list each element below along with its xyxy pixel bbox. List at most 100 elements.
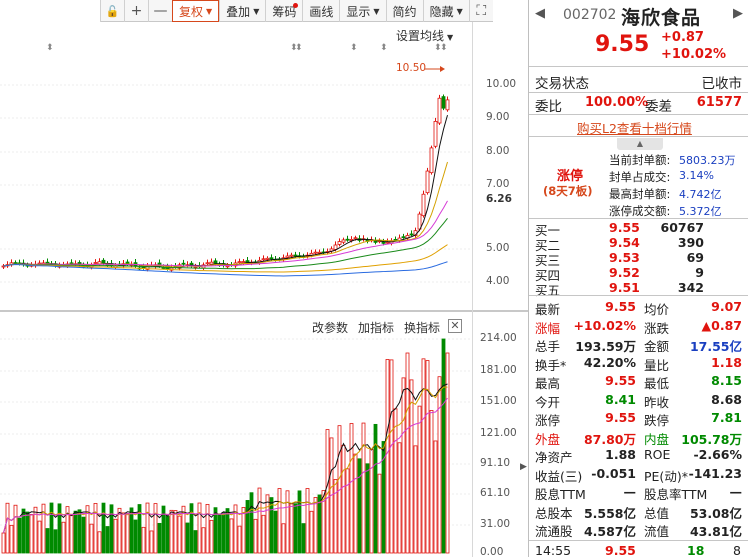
price-tick-label: 6.26 <box>486 193 512 205</box>
limit-up-value: 4.742亿 <box>679 186 722 202</box>
volume-chart[interactable] <box>0 312 528 557</box>
bid-volume: 9 <box>695 265 704 280</box>
ma-line-30 <box>4 218 448 268</box>
stat-label: 股息TTM <box>535 484 586 503</box>
status-value: 已收市 <box>702 72 743 92</box>
stat-value: — <box>730 484 743 499</box>
tick-count: 8 <box>733 543 741 557</box>
limit-up-value: 3.14% <box>679 169 714 182</box>
stat-value: 42.20% <box>584 355 636 370</box>
stat-value: 5.558亿 <box>584 503 636 522</box>
candles <box>2 95 449 273</box>
candlestick-chart[interactable]: ⬍ ⬍⬍ ⬍ ⬍ ⬍⬍ <box>0 22 528 334</box>
price-tick-label: 5.00 <box>486 242 509 254</box>
svg-text:⬍: ⬍ <box>440 43 448 53</box>
collapse-panel-handle[interactable]: ▶ <box>519 455 528 479</box>
tick-volume: 18 <box>687 543 704 557</box>
bid-price: 9.53 <box>609 250 640 265</box>
stat-value: 9.55 <box>605 410 636 425</box>
quote-panel: ◀ 002702 海欣食品 ▶ 9.55 +0.87 +10.02% 交易状态 … <box>528 0 748 557</box>
tick-price: 9.55 <box>605 543 636 557</box>
display-button[interactable]: 显示 ▼ <box>339 0 385 22</box>
stat-value: 53.08亿 <box>690 503 742 522</box>
price-change-pct: +10.02% <box>661 47 726 62</box>
stat-label: 流值 <box>644 521 669 540</box>
divider <box>529 295 748 296</box>
chart-toolbar: 🔓 + — 复权 ▼ 叠加 ▼ 筹码 画线 显示 ▼ 简约 隐藏 ▼ ⛶ <box>100 0 493 22</box>
bid-volume: 342 <box>678 280 704 295</box>
chevron-down-icon: ▼ <box>206 7 212 16</box>
overlay-label: 叠加 <box>226 3 250 20</box>
price-tick-label: 7.00 <box>486 178 509 190</box>
fuquan-button[interactable]: 复权 ▼ <box>172 0 219 22</box>
notify-dot <box>293 3 298 8</box>
ma-settings-button[interactable]: 设置均线 ▼ <box>396 27 453 44</box>
stat-value: -0.051 <box>591 466 636 481</box>
indicator-button-2[interactable]: 换指标 <box>404 319 440 336</box>
current-price: 9.55 <box>595 32 649 57</box>
expand-tab[interactable]: ▲ <box>617 138 663 150</box>
overlay-button[interactable]: 叠加 ▼ <box>219 0 265 22</box>
chevron-down-icon: ▼ <box>253 7 259 16</box>
fullscreen-icon: ⛶ <box>476 3 486 19</box>
stat-value: 8.41 <box>605 392 636 407</box>
fuquan-label: 复权 <box>179 3 203 20</box>
indicator-button-0[interactable]: 改参数 <box>312 319 348 336</box>
bid-price: 9.51 <box>609 280 640 295</box>
status-label: 交易状态 <box>535 72 589 92</box>
zoom-out-button[interactable]: — <box>148 0 172 22</box>
svg-text:⬍: ⬍ <box>350 43 358 53</box>
next-stock-button[interactable]: ▶ <box>733 6 743 21</box>
limit-up-label: 最高封单额: <box>609 186 670 202</box>
stat-value: 17.55亿 <box>690 336 742 355</box>
limit-up-label: 涨停成交额: <box>609 203 670 219</box>
price-change: +0.87 <box>661 30 704 45</box>
stat-label: 昨收 <box>644 392 669 411</box>
chart-area: 🔓 + — 复权 ▼ 叠加 ▼ 筹码 画线 显示 ▼ 简约 隐藏 ▼ ⛶ ⬍ ⬍ ⬍ ⬍ ⬍ ⬍ ⬍ 设置均线 ▼ 10.… <box>0 0 528 557</box>
display-label: 显示 <box>346 3 370 20</box>
limit-up-days: (8天7板) <box>543 183 593 199</box>
stat-value: 193.59万 <box>575 336 636 355</box>
chevron-down-icon: ▼ <box>373 7 379 16</box>
volume-tick-label: 0.00 <box>480 546 503 557</box>
lock-icon: 🔓 <box>106 5 120 18</box>
divider <box>529 66 748 67</box>
hide-button[interactable]: 隐藏 ▼ <box>423 0 469 22</box>
stat-value: +10.02% <box>573 318 636 333</box>
hide-label: 隐藏 <box>430 3 454 20</box>
stat-value: 43.81亿 <box>690 521 742 540</box>
stock-quote-window: 🔓 + — 复权 ▼ 叠加 ▼ 筹码 画线 显示 ▼ 简约 隐藏 ▼ ⛶ ⬍ ⬍ ⬍ ⬍ ⬍ ⬍ ⬍ 设置均线 ▼ 10.… <box>0 0 748 557</box>
bid-volume: 60767 <box>661 220 705 235</box>
stat-label: ROE <box>644 447 670 462</box>
buy-l2-link[interactable]: 购买L2查看十档行情 <box>577 118 692 137</box>
stock-name: 海欣食品 <box>621 3 701 30</box>
stat-label: 总手 <box>535 336 560 355</box>
lock-button[interactable]: 🔓 <box>100 0 124 22</box>
ma-line-5 <box>4 115 448 267</box>
fullscreen-button[interactable]: ⛶ <box>469 0 493 22</box>
weicha-value: 61577 <box>697 95 742 110</box>
draw-line-button[interactable]: 画线 <box>302 0 339 22</box>
divider <box>529 540 748 541</box>
volume-tick-label: 121.00 <box>480 427 517 439</box>
prev-stock-button[interactable]: ◀ <box>535 6 545 21</box>
weibi-value: 100.00% <box>585 95 648 110</box>
indicator-button-1[interactable]: 加指标 <box>358 319 394 336</box>
stat-value: -2.66% <box>693 447 742 462</box>
stat-label: 收益(三) <box>535 466 582 485</box>
stat-label: 外盘 <box>535 429 560 448</box>
simple-button[interactable]: 简约 <box>386 0 423 22</box>
zoom-in-button[interactable]: + <box>124 0 148 22</box>
svg-text:⬍: ⬍ <box>295 43 303 53</box>
axis-separator <box>472 22 473 557</box>
chips-button[interactable]: 筹码 <box>265 0 302 22</box>
zoom-out-label: — <box>154 3 168 19</box>
price-tick-label: 9.00 <box>486 111 509 123</box>
stat-value: 8.15 <box>711 373 742 388</box>
zoom-in-label: + <box>131 3 143 19</box>
stat-value: 4.587亿 <box>584 521 636 540</box>
divider <box>529 218 748 219</box>
close-indicator-icon[interactable]: ✕ <box>448 319 462 333</box>
stat-label: 量比 <box>644 355 669 374</box>
tick-time: 14:55 <box>535 543 571 557</box>
